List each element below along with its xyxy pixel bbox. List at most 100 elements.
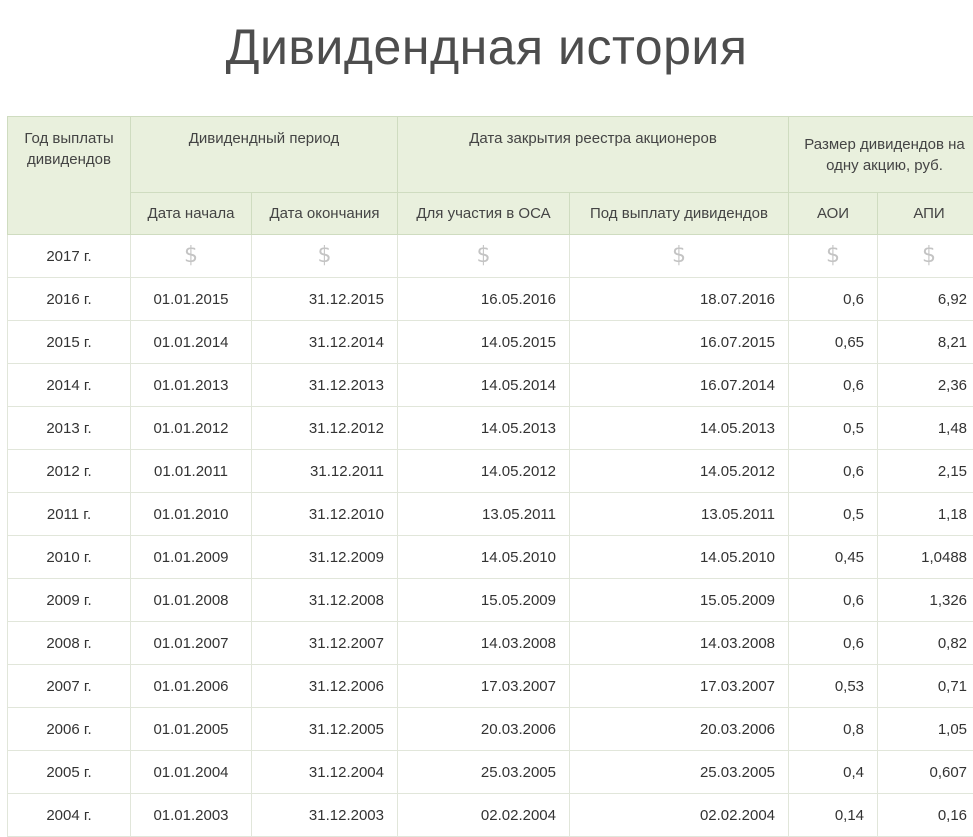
cell-api: 1,326 <box>878 579 973 622</box>
cell-start-date: $ <box>131 235 252 278</box>
table-row: 2007 г.01.01.200631.12.200617.03.200717.… <box>8 665 973 708</box>
cell-payout-date: 13.05.2011 <box>570 493 789 536</box>
cell-api: 1,18 <box>878 493 973 536</box>
cell-osa-date: 20.03.2006 <box>398 708 570 751</box>
dollar-icon: $ <box>477 245 491 267</box>
cell-aoi: 0,6 <box>789 364 878 407</box>
cell-year: 2005 г. <box>8 751 131 794</box>
cell-aoi: 0,14 <box>789 794 878 837</box>
cell-end-date: 31.12.2006 <box>252 665 398 708</box>
cell-osa-date: 14.05.2014 <box>398 364 570 407</box>
cell-start-date: 01.01.2011 <box>131 450 252 493</box>
cell-start-date: 01.01.2006 <box>131 665 252 708</box>
table-row: 2004 г.01.01.200331.12.200302.02.200402.… <box>8 794 973 837</box>
cell-end-date: 31.12.2011 <box>252 450 398 493</box>
cell-api: 0,82 <box>878 622 973 665</box>
cell-aoi: $ <box>789 235 878 278</box>
cell-payout-date: 16.07.2015 <box>570 321 789 364</box>
cell-end-date: 31.12.2003 <box>252 794 398 837</box>
cell-payout-date: 15.05.2009 <box>570 579 789 622</box>
cell-aoi: 0,5 <box>789 493 878 536</box>
header-year: Год выплаты дивидендов <box>8 117 131 235</box>
cell-end-date: 31.12.2008 <box>252 579 398 622</box>
cell-end-date: 31.12.2012 <box>252 407 398 450</box>
cell-api: 1,0488 <box>878 536 973 579</box>
cell-start-date: 01.01.2014 <box>131 321 252 364</box>
cell-aoi: 0,4 <box>789 751 878 794</box>
cell-end-date: 31.12.2004 <box>252 751 398 794</box>
cell-year: 2011 г. <box>8 493 131 536</box>
cell-end-date: 31.12.2014 <box>252 321 398 364</box>
cell-start-date: 01.01.2004 <box>131 751 252 794</box>
page-title: Дивидендная история <box>0 14 973 80</box>
cell-year: 2017 г. <box>8 235 131 278</box>
cell-payout-date: 14.05.2013 <box>570 407 789 450</box>
cell-payout-date: 14.05.2012 <box>570 450 789 493</box>
table-row: 2006 г.01.01.200531.12.200520.03.200620.… <box>8 708 973 751</box>
table-row: 2010 г.01.01.200931.12.200914.05.201014.… <box>8 536 973 579</box>
cell-year: 2015 г. <box>8 321 131 364</box>
dollar-icon: $ <box>922 245 936 267</box>
cell-start-date: 01.01.2013 <box>131 364 252 407</box>
cell-osa-date: 15.05.2009 <box>398 579 570 622</box>
cell-year: 2014 г. <box>8 364 131 407</box>
cell-payout-date: 25.03.2005 <box>570 751 789 794</box>
cell-year: 2016 г. <box>8 278 131 321</box>
cell-year: 2008 г. <box>8 622 131 665</box>
cell-aoi: 0,6 <box>789 579 878 622</box>
cell-osa-date: 16.05.2016 <box>398 278 570 321</box>
dollar-icon: $ <box>672 245 686 267</box>
cell-year: 2004 г. <box>8 794 131 837</box>
cell-api: 2,36 <box>878 364 973 407</box>
cell-osa-date: 14.05.2012 <box>398 450 570 493</box>
header-api: АПИ <box>878 193 973 235</box>
cell-start-date: 01.01.2007 <box>131 622 252 665</box>
cell-end-date: $ <box>252 235 398 278</box>
cell-aoi: 0,6 <box>789 622 878 665</box>
cell-api: 1,48 <box>878 407 973 450</box>
cell-payout-date: 14.05.2010 <box>570 536 789 579</box>
cell-osa-date: 13.05.2011 <box>398 493 570 536</box>
cell-year: 2012 г. <box>8 450 131 493</box>
cell-osa-date: 14.05.2015 <box>398 321 570 364</box>
cell-payout-date: 14.03.2008 <box>570 622 789 665</box>
table-row-pending: 2017 г. $ $ $ $ $ $ <box>8 235 973 278</box>
cell-api: 0,71 <box>878 665 973 708</box>
header-end-date: Дата окончания <box>252 193 398 235</box>
cell-api: 1,05 <box>878 708 973 751</box>
cell-api: 2,15 <box>878 450 973 493</box>
cell-end-date: 31.12.2005 <box>252 708 398 751</box>
cell-start-date: 01.01.2008 <box>131 579 252 622</box>
cell-year: 2013 г. <box>8 407 131 450</box>
table-row: 2008 г.01.01.200731.12.200714.03.200814.… <box>8 622 973 665</box>
cell-end-date: 31.12.2015 <box>252 278 398 321</box>
cell-payout-date: 17.03.2007 <box>570 665 789 708</box>
table-row: 2011 г.01.01.201031.12.201013.05.201113.… <box>8 493 973 536</box>
table-header: Год выплаты дивидендов Дивидендный перио… <box>8 117 973 235</box>
header-registry-close-date: Дата закрытия реестра акционеров <box>398 117 789 193</box>
cell-start-date: 01.01.2015 <box>131 278 252 321</box>
table-row: 2013 г.01.01.201231.12.201214.05.201314.… <box>8 407 973 450</box>
cell-end-date: 31.12.2007 <box>252 622 398 665</box>
header-dividend-period: Дивидендный период <box>131 117 398 193</box>
header-aoi: АОИ <box>789 193 878 235</box>
cell-osa-date: 14.03.2008 <box>398 622 570 665</box>
dollar-icon: $ <box>184 245 198 267</box>
dividend-history-table: Год выплаты дивидендов Дивидендный перио… <box>7 116 973 837</box>
header-dividend-amount: Размер дивидендов на одну акцию, руб. <box>789 117 973 193</box>
table-row: 2014 г.01.01.201331.12.201314.05.201416.… <box>8 364 973 407</box>
cell-aoi: 0,8 <box>789 708 878 751</box>
cell-end-date: 31.12.2010 <box>252 493 398 536</box>
header-osa-participation: Для участия в ОСА <box>398 193 570 235</box>
table-row: 2009 г.01.01.200831.12.200815.05.200915.… <box>8 579 973 622</box>
table-row: 2005 г.01.01.200431.12.200425.03.200525.… <box>8 751 973 794</box>
cell-osa-date: 17.03.2007 <box>398 665 570 708</box>
table-body: 2017 г. $ $ $ $ $ $ 2016 г.01.01.201531.… <box>8 235 973 837</box>
cell-payout-date: 02.02.2004 <box>570 794 789 837</box>
cell-osa-date: 02.02.2004 <box>398 794 570 837</box>
cell-start-date: 01.01.2003 <box>131 794 252 837</box>
cell-payout-date: $ <box>570 235 789 278</box>
table-row: 2012 г.01.01.201131.12.201114.05.201214.… <box>8 450 973 493</box>
cell-api: $ <box>878 235 973 278</box>
cell-payout-date: 20.03.2006 <box>570 708 789 751</box>
